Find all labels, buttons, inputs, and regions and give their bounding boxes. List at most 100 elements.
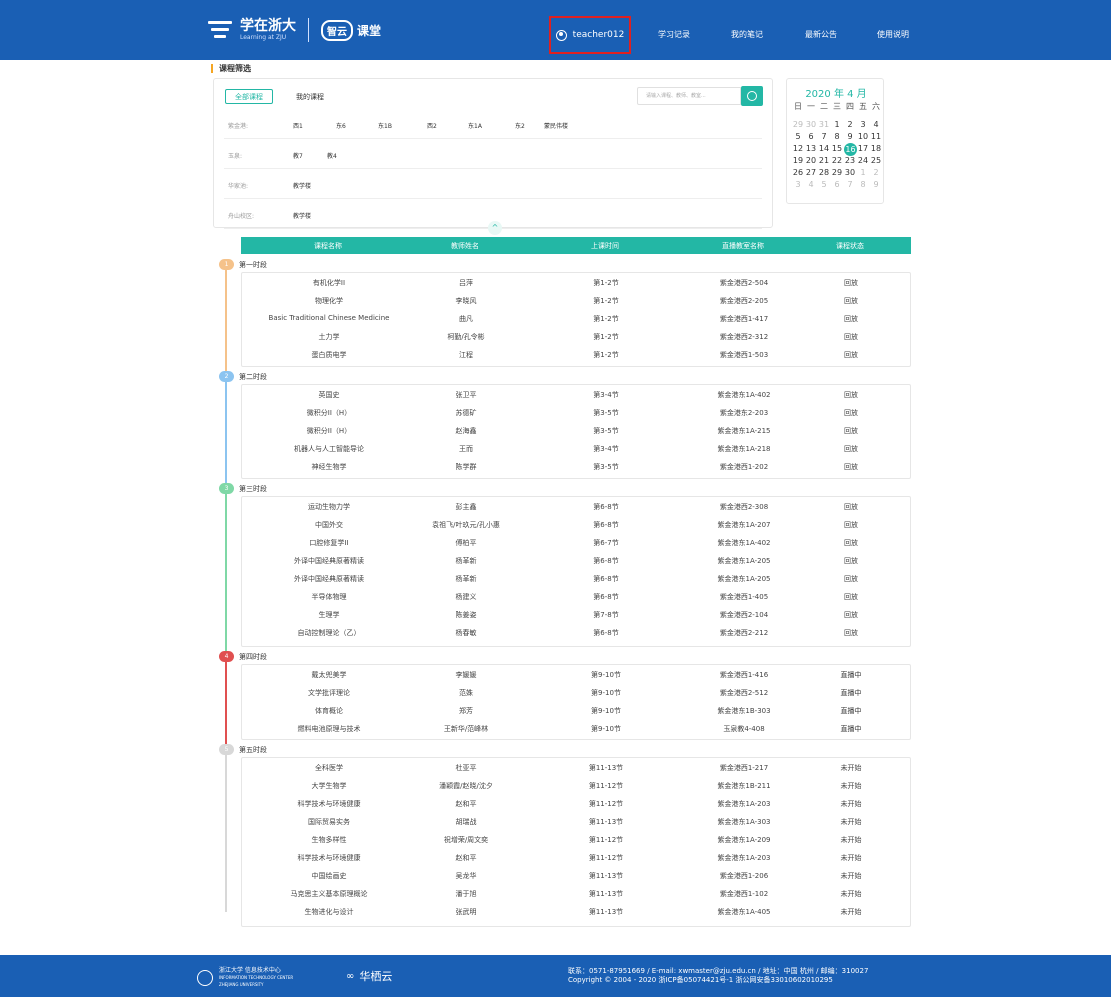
calendar-day[interactable]: 11	[870, 132, 882, 142]
calendar-day[interactable]: 24	[857, 156, 869, 166]
course-status[interactable]: 直播中	[841, 670, 862, 680]
filter-building-option[interactable]: 东2	[515, 121, 525, 130]
course-status[interactable]: 回放	[844, 520, 858, 530]
calendar-day[interactable]: 7	[844, 180, 856, 190]
table-row[interactable]: 生物多样性 祝增荣/周文奕 第11-12节 紫金港东1A-209 未开始	[242, 830, 910, 848]
calendar-day[interactable]: 23	[844, 156, 856, 166]
calendar-day[interactable]: 21	[818, 156, 830, 166]
filter-building-option[interactable]: 东1B	[378, 121, 392, 130]
calendar-day[interactable]: 22	[831, 156, 843, 166]
course-status[interactable]: 回放	[844, 296, 858, 306]
course-status[interactable]: 回放	[844, 278, 858, 288]
calendar-day[interactable]: 1	[857, 168, 869, 178]
course-status[interactable]: 回放	[844, 332, 858, 342]
nav-study-record[interactable]: 学习记录	[658, 29, 690, 40]
table-row[interactable]: 土力学 柯勤/孔令彬 第1-2节 紫金港西2-312 回放	[242, 327, 910, 345]
table-row[interactable]: 戴太兜美学 李媛媛 第9-10节 紫金港西1-416 直播中	[242, 665, 910, 683]
course-status[interactable]: 回放	[844, 538, 858, 548]
table-row[interactable]: 生物进化与设计 张武明 第11-13节 紫金港东1A-405 未开始	[242, 902, 910, 920]
calendar-day[interactable]: 1	[831, 120, 843, 130]
calendar-day[interactable]: 5	[792, 132, 804, 142]
table-row[interactable]: 运动生物力学 彭主鑫 第6-8节 紫金港西2-308 回放	[242, 497, 910, 515]
course-status[interactable]: 回放	[844, 426, 858, 436]
course-status[interactable]: 未开始	[841, 835, 862, 845]
calendar-day[interactable]: 14	[818, 144, 830, 154]
table-row[interactable]: 体育概论 郑芳 第9-10节 紫金港东1B-303 直播中	[242, 701, 910, 719]
table-row[interactable]: 国际贸易实务 胡瑞战 第11-13节 紫金港东1A-303 未开始	[242, 812, 910, 830]
filter-building-option[interactable]: 教学楼	[293, 181, 311, 190]
calendar-day[interactable]: 3	[792, 180, 804, 190]
nav-announcements[interactable]: 最新公告	[805, 29, 837, 40]
course-status[interactable]: 回放	[844, 592, 858, 602]
calendar-day[interactable]: 15	[831, 144, 843, 154]
calendar-day[interactable]: 27	[805, 168, 817, 178]
course-status[interactable]: 回放	[844, 408, 858, 418]
calendar-day[interactable]: 4	[870, 120, 882, 130]
course-status[interactable]: 回放	[844, 556, 858, 566]
filter-building-option[interactable]: 东6	[336, 121, 346, 130]
calendar-day[interactable]: 3	[857, 120, 869, 130]
search-button[interactable]	[741, 86, 763, 106]
table-row[interactable]: 中国绘画史 吴龙华 第11-13节 紫金港西1-206 未开始	[242, 866, 910, 884]
table-row[interactable]: 文学批评理论 范姝 第9-10节 紫金港西2-512 直播中	[242, 683, 910, 701]
course-status[interactable]: 未开始	[841, 763, 862, 773]
table-row[interactable]: 英国史 张卫平 第3-4节 紫金港东1A-402 回放	[242, 385, 910, 403]
calendar-day[interactable]: 31	[818, 120, 830, 130]
course-status[interactable]: 回放	[844, 628, 858, 638]
course-status[interactable]: 未开始	[841, 817, 862, 827]
table-row[interactable]: 外译中国经典原著精读 杨革新 第6-8节 紫金港东1A-205 回放	[242, 569, 910, 587]
table-row[interactable]: 科学技术与环境健康 赵和平 第11-12节 紫金港东1A-203 未开始	[242, 794, 910, 812]
nav-instructions[interactable]: 使用说明	[877, 29, 909, 40]
course-status[interactable]: 回放	[844, 574, 858, 584]
table-row[interactable]: 燃料电池原理与技术 王新华/范峰林 第9-10节 玉泉教4-408 直播中	[242, 719, 910, 737]
table-row[interactable]: 微积分II（H） 苏德矿 第3-5节 紫金港东2-203 回放	[242, 403, 910, 421]
table-row[interactable]: 全科医学 杜亚平 第11-13节 紫金港西1-217 未开始	[242, 758, 910, 776]
course-status[interactable]: 回放	[844, 314, 858, 324]
table-row[interactable]: 口腔修复学II 傅柏平 第6-7节 紫金港东1A-402 回放	[242, 533, 910, 551]
calendar-day[interactable]: 9	[844, 132, 856, 142]
filter-building-option[interactable]: 蒙民伟楼	[544, 121, 568, 130]
course-status[interactable]: 未开始	[841, 799, 862, 809]
table-row[interactable]: Basic Traditional Chinese Medicine 曲凡 第1-2…	[242, 309, 910, 327]
table-row[interactable]: 外译中国经典原著精读 杨革新 第6-8节 紫金港东1A-205 回放	[242, 551, 910, 569]
calendar-day[interactable]: 30	[805, 120, 817, 130]
calendar-day[interactable]: 29	[792, 120, 804, 130]
table-row[interactable]: 生理学 陈姜姿 第7-8节 紫金港西2-104 回放	[242, 605, 910, 623]
calendar-day[interactable]: 12	[792, 144, 804, 154]
calendar-day[interactable]: 2	[870, 168, 882, 178]
calendar-day[interactable]: 6	[831, 180, 843, 190]
table-row[interactable]: 蛋白质电学 江程 第1-2节 紫金港西1-503 回放	[242, 345, 910, 363]
tab-my-courses[interactable]: 我的课程	[296, 92, 324, 102]
filter-building-option[interactable]: 教4	[327, 151, 337, 160]
course-status[interactable]: 回放	[844, 502, 858, 512]
calendar-day[interactable]: 5	[818, 180, 830, 190]
calendar-day[interactable]: 9	[870, 180, 882, 190]
course-status[interactable]: 回放	[844, 444, 858, 454]
calendar-day[interactable]: 30	[844, 168, 856, 178]
table-row[interactable]: 神经生物学 陈学群 第3-5节 紫金港西1-202 回放	[242, 457, 910, 475]
table-row[interactable]: 大学生物学 潘颖霞/赵晓/沈夕 第11-12节 紫金港东1B-211 未开始	[242, 776, 910, 794]
table-row[interactable]: 半导体物理 杨建义 第6-8节 紫金港西1-405 回放	[242, 587, 910, 605]
calendar-day[interactable]: 17	[857, 144, 869, 154]
calendar-day[interactable]: 8	[831, 132, 843, 142]
course-status[interactable]: 直播中	[841, 688, 862, 698]
filter-building-option[interactable]: 东1A	[468, 121, 482, 130]
filter-building-option[interactable]: 教7	[293, 151, 303, 160]
calendar-day[interactable]: 8	[857, 180, 869, 190]
table-row[interactable]: 微积分II（H） 赵海鑫 第3-5节 紫金港东1A-215 回放	[242, 421, 910, 439]
table-row[interactable]: 自动控制理论（乙） 杨春敏 第6-8节 紫金港西2-212 回放	[242, 623, 910, 641]
filter-building-option[interactable]: 教学楼	[293, 211, 311, 220]
calendar-day[interactable]: 26	[792, 168, 804, 178]
calendar-day[interactable]: 18	[870, 144, 882, 154]
site-logo[interactable]: 学在浙大 Learning at ZJU 智云 课堂	[208, 18, 381, 42]
course-status[interactable]: 回放	[844, 390, 858, 400]
table-row[interactable]: 机器人与人工智能导论 王而 第3-4节 紫金港东1A-218 回放	[242, 439, 910, 457]
course-status[interactable]: 直播中	[841, 706, 862, 716]
calendar-day[interactable]: 7	[818, 132, 830, 142]
course-status[interactable]: 未开始	[841, 907, 862, 917]
course-status[interactable]: 未开始	[841, 871, 862, 881]
collapse-toggle-icon[interactable]: ^	[488, 221, 502, 235]
table-row[interactable]: 中国外交 袁祖飞/叶玖元/孔小惠 第6-8节 紫金港东1A-207 回放	[242, 515, 910, 533]
course-status[interactable]: 未开始	[841, 853, 862, 863]
calendar-day[interactable]: 28	[818, 168, 830, 178]
